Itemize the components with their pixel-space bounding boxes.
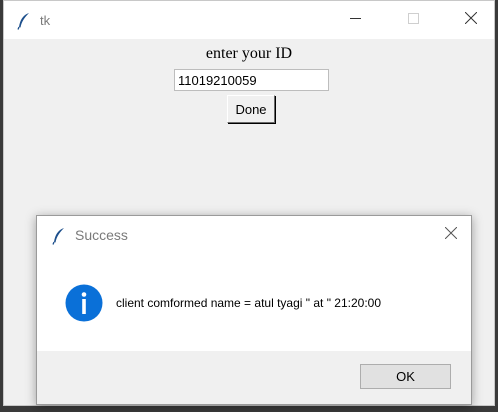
maximize-button[interactable] xyxy=(390,1,436,39)
success-dialog: Success client comformed name = atul tya… xyxy=(36,215,472,405)
window-title: tk xyxy=(40,12,51,28)
ok-button[interactable]: OK xyxy=(360,364,451,389)
close-icon xyxy=(464,11,478,29)
close-button[interactable] xyxy=(448,1,494,39)
id-label: enter your ID xyxy=(205,45,293,62)
minimize-button[interactable] xyxy=(332,1,378,39)
maximize-icon xyxy=(407,11,419,29)
minimize-icon xyxy=(349,11,361,29)
dialog-close-button[interactable] xyxy=(431,216,471,254)
main-titlebar[interactable]: tk xyxy=(4,1,494,39)
close-icon xyxy=(444,226,458,244)
dialog-footer: OK xyxy=(37,351,471,404)
dialog-title: Success xyxy=(75,227,128,243)
id-input[interactable] xyxy=(174,69,329,91)
dialog-titlebar[interactable]: Success xyxy=(37,216,471,254)
dialog-message: client comformed name = atul tyagi " at … xyxy=(116,296,381,310)
info-icon xyxy=(65,284,103,322)
feather-icon xyxy=(51,227,67,245)
done-button[interactable]: Done xyxy=(227,95,275,123)
feather-icon xyxy=(16,12,32,30)
